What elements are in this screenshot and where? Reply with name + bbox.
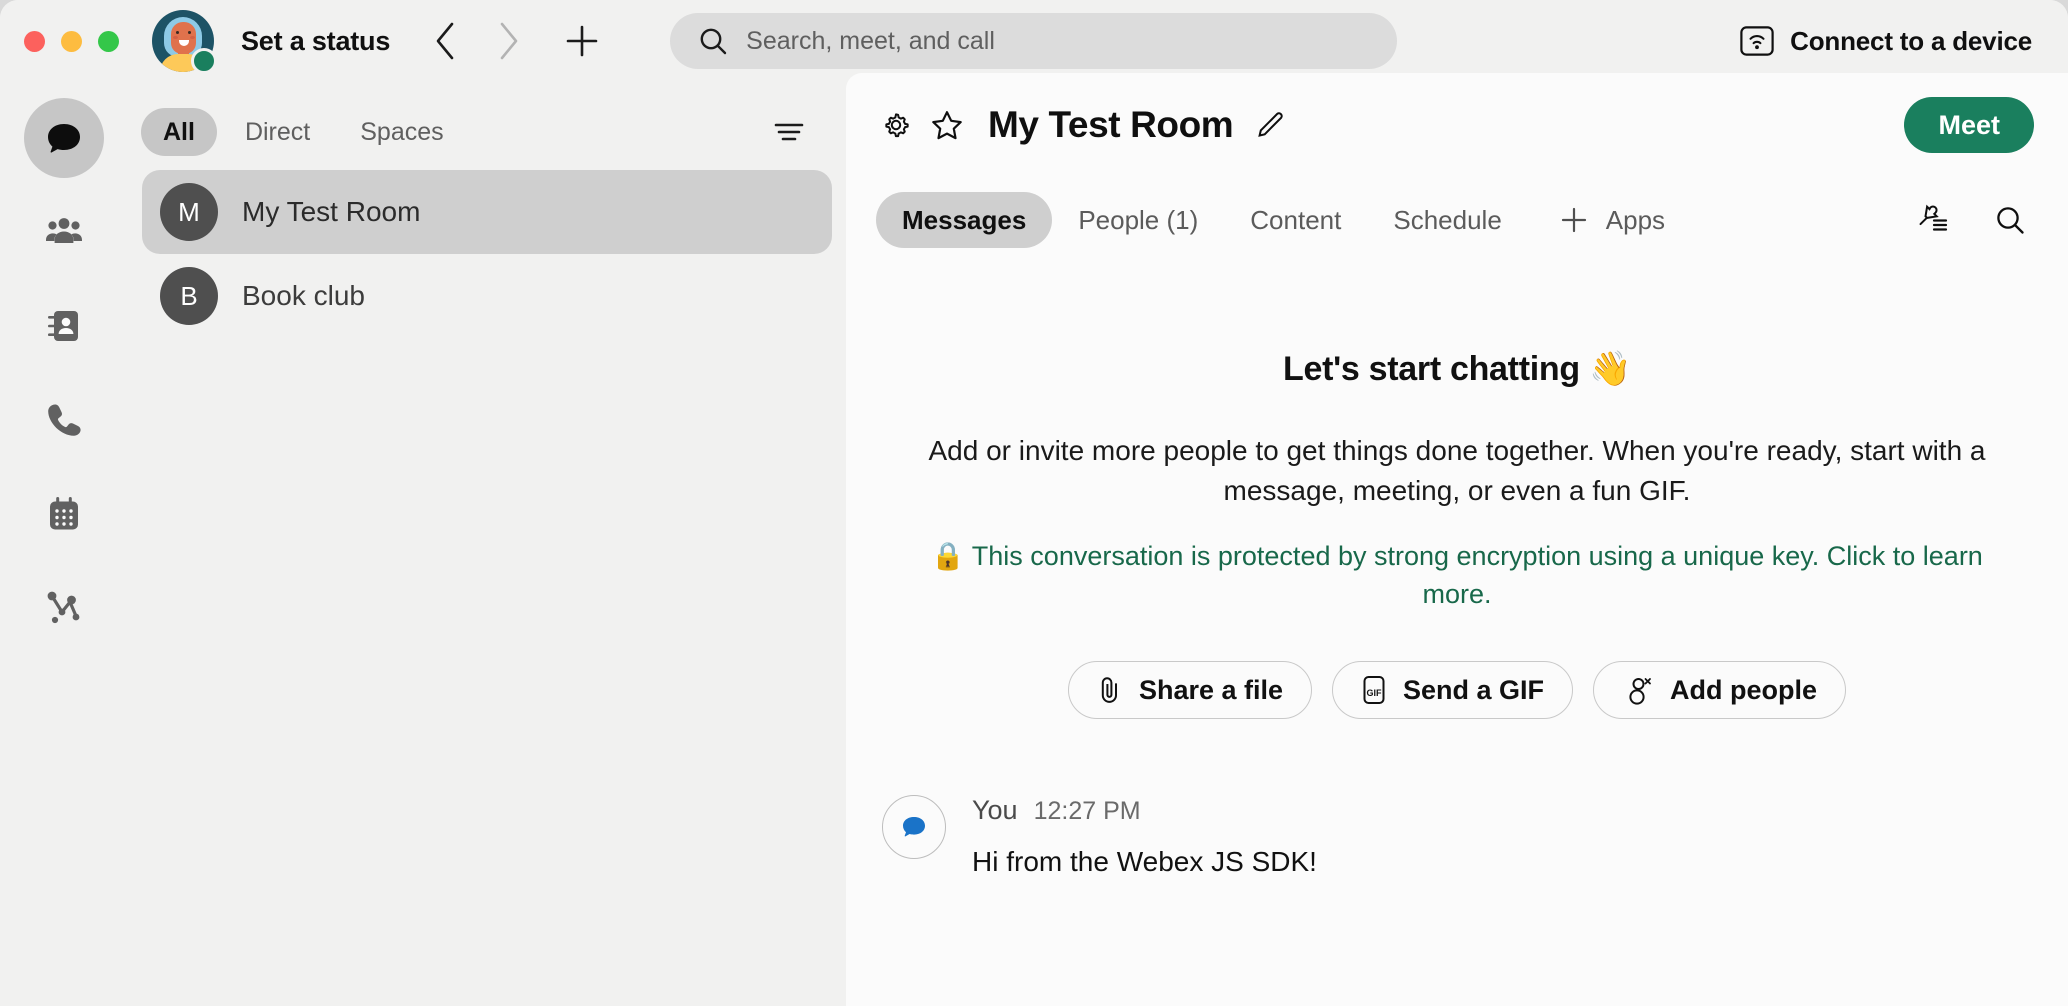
space-list-panel: All Direct Spaces M My Test Room B Book … bbox=[128, 82, 846, 1006]
encryption-notice[interactable]: 🔒 This conversation is protected by stro… bbox=[922, 537, 1992, 614]
send-a-gif-button[interactable]: GIF Send a GIF bbox=[1332, 661, 1574, 720]
set-a-status-button[interactable]: Set a status bbox=[241, 26, 390, 57]
global-search-input[interactable]: Search, meet, and call bbox=[670, 13, 1398, 69]
navigation-arrows bbox=[426, 22, 528, 60]
plus-icon bbox=[1561, 207, 1586, 233]
room-header-tools bbox=[1916, 204, 2026, 236]
message-text: Hi from the Webex JS SDK! bbox=[972, 846, 1317, 878]
message-body: You 12:27 PM Hi from the Webex JS SDK! bbox=[972, 795, 1317, 878]
space-row-book-club[interactable]: B Book club bbox=[142, 254, 832, 338]
sort-filter-icon bbox=[774, 123, 804, 141]
connect-device-icon bbox=[1740, 26, 1774, 56]
network-graph-icon bbox=[47, 591, 80, 624]
apps-label: Apps bbox=[1605, 204, 1666, 235]
bot-bubble-icon bbox=[903, 817, 925, 837]
empty-state-title: Let's start chatting 👋 bbox=[1283, 350, 1631, 388]
space-name: My Test Room bbox=[242, 196, 421, 227]
message-timestamp: 12:27 PM bbox=[1033, 797, 1141, 826]
add-people-label: Add people bbox=[1670, 674, 1818, 705]
filter-chip-direct[interactable]: Direct bbox=[223, 108, 332, 156]
traffic-lights bbox=[24, 30, 119, 52]
sort-filter-button[interactable] bbox=[772, 117, 806, 147]
filter-chip-all[interactable]: All bbox=[141, 108, 217, 156]
message-item: You 12:27 PM Hi from the Webex JS SDK! bbox=[882, 795, 2068, 878]
favorite-space-button[interactable] bbox=[930, 108, 964, 142]
rail-item-messaging[interactable] bbox=[24, 98, 104, 178]
message-author: You bbox=[972, 795, 1018, 826]
share-a-file-button[interactable]: Share a file bbox=[1067, 661, 1313, 720]
space-avatar: B bbox=[160, 267, 218, 325]
encryption-text: This conversation is protected by strong… bbox=[971, 540, 1983, 609]
calendar-icon bbox=[50, 497, 78, 530]
space-filter-chips: All Direct Spaces bbox=[128, 82, 846, 156]
room-title: My Test Room bbox=[988, 104, 1234, 145]
space-avatar: M bbox=[160, 183, 218, 241]
room-tabs: Messages People (1) Content Schedule App… bbox=[846, 177, 2068, 263]
tab-content[interactable]: Content bbox=[1224, 192, 1367, 248]
add-people-button[interactable]: Add people bbox=[1593, 661, 1847, 720]
space-row-my-test-room[interactable]: M My Test Room bbox=[142, 170, 832, 254]
presence-available-indicator bbox=[191, 48, 217, 74]
message-avatar[interactable] bbox=[882, 795, 946, 860]
back-button[interactable] bbox=[426, 22, 464, 60]
tab-people[interactable]: People (1) bbox=[1052, 192, 1224, 248]
empty-state-subtitle: Add or invite more people to get things … bbox=[928, 435, 1986, 506]
gear-icon bbox=[885, 113, 909, 138]
tab-messages[interactable]: Messages bbox=[876, 192, 1053, 248]
close-window-button[interactable] bbox=[24, 30, 45, 52]
empty-state: Let's start chatting 👋 Add or invite mor… bbox=[846, 263, 2068, 720]
add-person-icon bbox=[1629, 678, 1651, 705]
phone-icon bbox=[48, 404, 81, 436]
pencil-icon bbox=[1258, 112, 1283, 137]
rail-item-meetings[interactable] bbox=[24, 474, 104, 554]
space-settings-button[interactable] bbox=[880, 109, 912, 141]
user-avatar[interactable] bbox=[152, 10, 217, 74]
main-content-panel: My Test Room Meet Messages People (1) Co… bbox=[846, 73, 2068, 1006]
rail-item-contacts[interactable] bbox=[24, 286, 104, 366]
search-icon bbox=[1997, 207, 2024, 234]
connect-to-device-button[interactable]: Connect to a device bbox=[1740, 0, 2032, 82]
message-meta: You 12:27 PM bbox=[972, 795, 1317, 826]
pinned-messages-button[interactable] bbox=[1916, 204, 1950, 236]
left-nav-rail bbox=[0, 82, 128, 1006]
empty-state-actions: Share a file GIF Send a GIF Add people bbox=[920, 661, 1994, 720]
speech-bubble-icon bbox=[48, 124, 80, 153]
new-item-button[interactable] bbox=[562, 21, 602, 61]
room-header: My Test Room Meet bbox=[846, 73, 2068, 177]
tab-schedule[interactable]: Schedule bbox=[1367, 192, 1527, 248]
send-a-gif-label: Send a GIF bbox=[1403, 674, 1545, 705]
lock-icon: 🔒 bbox=[931, 540, 965, 571]
pin-list-icon bbox=[1919, 204, 1948, 231]
star-outline-icon bbox=[932, 111, 962, 140]
zoom-window-button[interactable] bbox=[98, 30, 119, 52]
svg-text:GIF: GIF bbox=[1367, 688, 1383, 698]
search-placeholder: Search, meet, and call bbox=[746, 26, 995, 55]
rail-item-teams[interactable] bbox=[24, 192, 104, 272]
space-name: Book club bbox=[242, 280, 365, 311]
people-group-icon bbox=[46, 218, 82, 243]
forward-button[interactable] bbox=[490, 22, 528, 60]
minimize-window-button[interactable] bbox=[61, 30, 82, 52]
rail-item-insights[interactable] bbox=[24, 568, 104, 648]
add-apps-button[interactable]: Apps bbox=[1546, 192, 1679, 248]
title-bar: Set a status Search, meet, and call Conn… bbox=[0, 0, 2068, 82]
meet-button[interactable]: Meet bbox=[1904, 97, 2034, 153]
rail-item-calling[interactable] bbox=[24, 380, 104, 460]
webex-app-window: Set a status Search, meet, and call Conn… bbox=[0, 0, 2068, 1006]
search-icon bbox=[700, 28, 727, 55]
paperclip-icon bbox=[1101, 677, 1117, 704]
filter-chip-spaces[interactable]: Spaces bbox=[338, 108, 465, 156]
edit-room-name-button[interactable] bbox=[1255, 110, 1285, 140]
gif-icon: GIF bbox=[1363, 676, 1385, 705]
connect-to-device-label: Connect to a device bbox=[1790, 25, 2032, 56]
share-a-file-label: Share a file bbox=[1138, 674, 1284, 705]
search-in-space-button[interactable] bbox=[1994, 204, 2026, 236]
address-book-icon bbox=[48, 311, 78, 341]
